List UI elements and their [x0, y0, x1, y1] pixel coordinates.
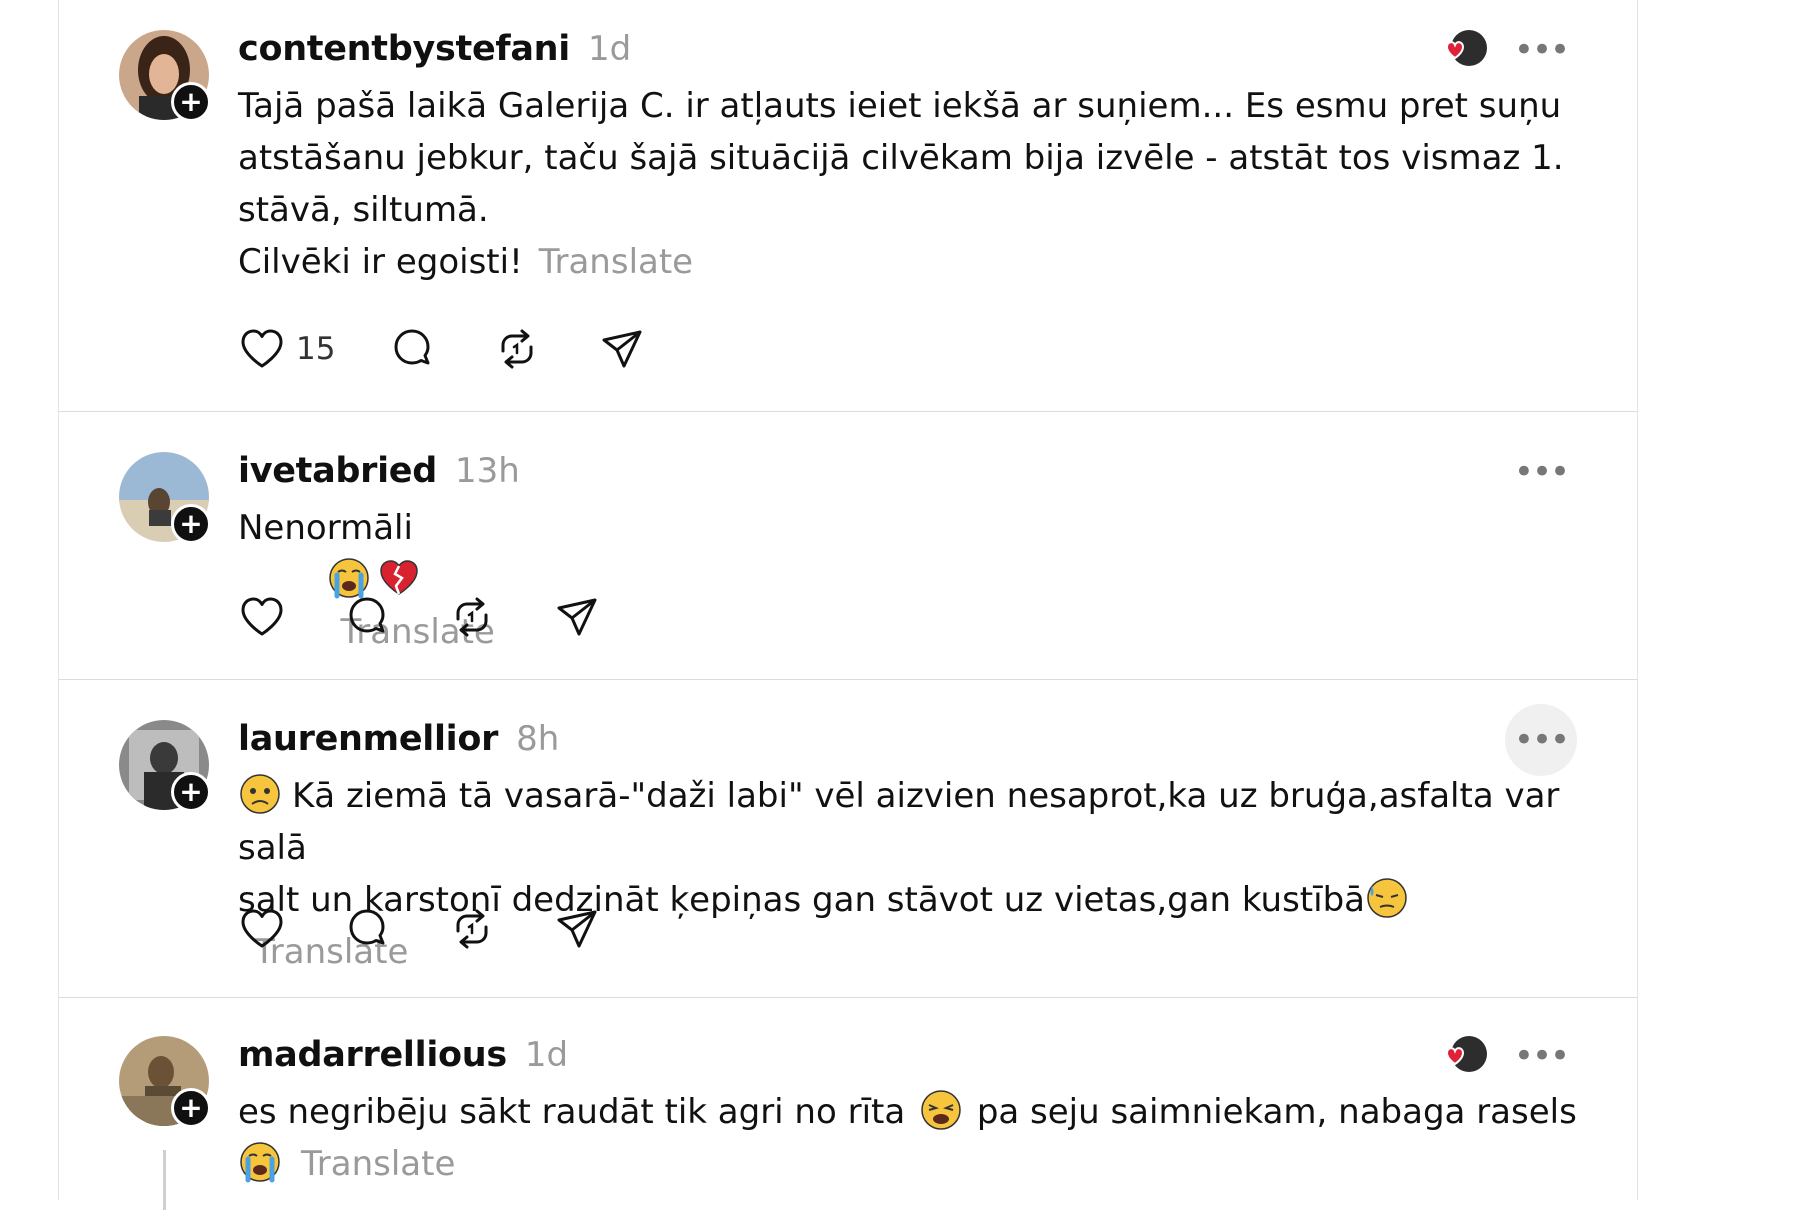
- thread-feed: + contentbystefani 1d ••• Tajā pašā laik…: [58, 0, 1638, 1210]
- weary-face-icon: [921, 1090, 961, 1130]
- heart-icon: [241, 909, 283, 948]
- timestamp[interactable]: 1d: [588, 29, 631, 69]
- liked-by-author-icon: [1433, 26, 1489, 72]
- action-bar: 15: [238, 324, 703, 374]
- heart-icon: [241, 329, 283, 368]
- frowning-face-icon: [240, 774, 280, 814]
- repost-button[interactable]: [493, 325, 598, 373]
- action-bar: [238, 904, 658, 954]
- thread-line: [163, 1150, 166, 1210]
- comment-icon: [349, 597, 385, 633]
- timestamp[interactable]: 1d: [525, 1035, 568, 1075]
- post-line: stāvā, siltumā.: [238, 190, 489, 230]
- reply-button[interactable]: [388, 325, 493, 373]
- like-button[interactable]: 15: [238, 325, 388, 373]
- post: + contentbystefani 1d ••• Tajā pašā laik…: [59, 0, 1637, 412]
- downcast-sweat-face-icon: [1367, 878, 1407, 918]
- share-button[interactable]: [598, 325, 703, 373]
- more-options-icon[interactable]: •••: [1505, 436, 1577, 508]
- post-header: madarrellious 1d: [238, 1032, 568, 1078]
- post: + ivetabried 13h ••• Nenormāli Translate: [59, 412, 1637, 680]
- comment-icon: [349, 909, 385, 945]
- translate-link[interactable]: Translate: [539, 242, 693, 282]
- share-icon: [557, 910, 597, 948]
- repost-icon: [501, 329, 533, 369]
- post-line: Nenormāli: [238, 508, 413, 548]
- like-button[interactable]: [238, 593, 343, 641]
- follow-plus-icon[interactable]: +: [171, 772, 211, 812]
- post-header: contentbystefani 1d: [238, 26, 631, 72]
- reply-button[interactable]: [343, 593, 448, 641]
- timestamp[interactable]: 13h: [455, 451, 520, 491]
- liked-by-author-icon: [1433, 1032, 1489, 1078]
- repost-icon: [456, 597, 488, 637]
- post-line: Kā ziemā tā vasarā-"daži labi" vēl aizvi…: [238, 776, 1571, 868]
- follow-plus-icon[interactable]: +: [171, 82, 211, 122]
- username[interactable]: madarrellious: [238, 1035, 507, 1075]
- post: + laurenmellior 8h ••• Kā ziemā tā vasar…: [59, 680, 1637, 998]
- share-button[interactable]: [553, 593, 658, 641]
- reply-button[interactable]: [343, 905, 448, 953]
- action-bar: [238, 592, 658, 642]
- timestamp[interactable]: 8h: [516, 719, 559, 759]
- post-line: atstāšanu jebkur, taču šajā situācijā ci…: [238, 138, 1564, 178]
- repost-button[interactable]: [448, 905, 553, 953]
- share-button[interactable]: [553, 905, 658, 953]
- repost-icon: [456, 909, 488, 949]
- repost-button[interactable]: [448, 593, 553, 641]
- more-options-icon[interactable]: •••: [1505, 1020, 1577, 1092]
- translate-link[interactable]: Translate: [301, 1144, 455, 1184]
- post-line: pa seju saimniekam, nabaga rasels: [976, 1092, 1577, 1132]
- username[interactable]: contentbystefani: [238, 29, 570, 69]
- more-options-icon[interactable]: •••: [1505, 14, 1577, 86]
- more-options-icon[interactable]: •••: [1505, 704, 1577, 776]
- comment-icon: [394, 329, 430, 365]
- heart-icon: [241, 597, 283, 636]
- post-text: es negribēju sākt raudāt tik agri no rīt…: [238, 1086, 1577, 1190]
- post-header: ivetabried 13h: [238, 448, 520, 494]
- post: + madarrellious 1d ••• es negribēju sākt…: [59, 998, 1637, 1210]
- post-line: Tajā pašā laikā Galerija C. ir atļauts i…: [238, 86, 1562, 126]
- crying-face-icon: [240, 1142, 280, 1183]
- post-line: Cilvēki ir egoisti!: [238, 242, 523, 282]
- like-button[interactable]: [238, 905, 343, 953]
- follow-plus-icon[interactable]: +: [171, 1088, 211, 1128]
- like-count: 15: [296, 331, 336, 367]
- username[interactable]: laurenmellior: [238, 719, 498, 759]
- username[interactable]: ivetabried: [238, 451, 437, 491]
- post-text: Tajā pašā laikā Galerija C. ir atļauts i…: [238, 80, 1577, 288]
- share-icon: [602, 330, 642, 368]
- follow-plus-icon[interactable]: +: [171, 504, 211, 544]
- share-icon: [557, 598, 597, 636]
- post-header: laurenmellior 8h: [238, 716, 559, 762]
- post-line: es negribēju sākt raudāt tik agri no rīt…: [238, 1092, 906, 1132]
